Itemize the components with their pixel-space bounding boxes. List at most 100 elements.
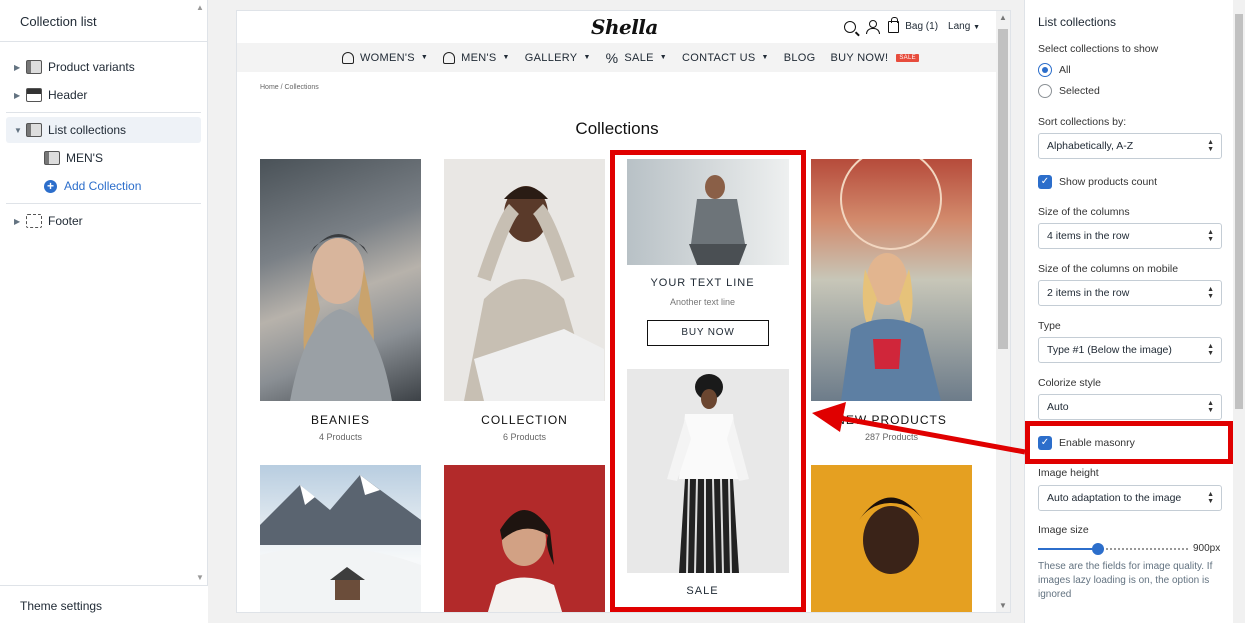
caret-down-icon[interactable]: ▼ bbox=[14, 126, 24, 135]
settings-scrollbar[interactable] bbox=[1233, 0, 1245, 623]
scroll-thumb[interactable] bbox=[1235, 14, 1243, 409]
radio-all[interactable] bbox=[1038, 63, 1052, 77]
breadcrumb[interactable]: Home / Collections bbox=[260, 84, 319, 91]
collection-image-beanies[interactable] bbox=[260, 159, 421, 401]
language-selector[interactable]: Lang ▼ bbox=[948, 21, 980, 32]
account-icon[interactable] bbox=[866, 20, 881, 34]
annotation-highlight-box bbox=[1025, 421, 1233, 464]
collection-image-portrait[interactable] bbox=[811, 465, 972, 612]
nav-label: CONTACT US bbox=[682, 51, 756, 64]
nav-contact[interactable]: CONTACT US ▼ bbox=[682, 52, 769, 64]
collection-title[interactable]: COLLECTION bbox=[444, 413, 605, 427]
divider bbox=[6, 112, 201, 113]
theme-editor: Collection list ▶ Product variants ▶ Hea… bbox=[0, 0, 1245, 623]
column-size-value: 4 items in the row bbox=[1047, 230, 1130, 242]
slider-fill bbox=[1038, 548, 1098, 550]
store-logo[interactable]: Shella bbox=[591, 15, 658, 39]
nav-mens[interactable]: MEN'S ▼ bbox=[443, 51, 510, 64]
collection-title[interactable]: NEW PRODUCTS bbox=[811, 413, 972, 427]
add-circle-icon: + bbox=[44, 179, 57, 193]
nav-buy-now[interactable]: BUY NOW! SALE bbox=[831, 52, 919, 64]
scroll-up-icon[interactable]: ▲ bbox=[999, 13, 1007, 22]
image-height-select[interactable]: Auto adaptation to the image ▲ ▼ bbox=[1038, 485, 1222, 511]
column-size-label: Size of the columns bbox=[1038, 206, 1130, 218]
section-header[interactable]: ▶ Header bbox=[6, 82, 201, 108]
mobile-size-label: Size of the columns on mobile bbox=[1038, 263, 1179, 275]
woman-portrait-photo bbox=[859, 497, 923, 574]
collection-count: 287 Products bbox=[864, 432, 919, 442]
nav-label: MEN'S bbox=[461, 51, 497, 64]
column-size-select[interactable]: 4 items in the row ▲ ▼ bbox=[1038, 223, 1222, 249]
nav-label: GALLERY bbox=[524, 51, 578, 64]
chevron-down-icon: ▼ bbox=[659, 54, 667, 61]
chevron-down-icon: ▼ bbox=[420, 54, 429, 61]
show-count-label[interactable]: Show products count bbox=[1059, 176, 1157, 188]
page-title: Collections bbox=[575, 119, 659, 138]
radio-all-label[interactable]: All bbox=[1059, 64, 1071, 76]
theme-settings-link[interactable]: Theme settings bbox=[0, 585, 208, 623]
chevron-down-icon: ▼ bbox=[761, 54, 769, 61]
type-select[interactable]: Type #1 (Below the image) ▲ ▼ bbox=[1038, 337, 1222, 363]
section-footer[interactable]: ▶ Footer bbox=[6, 208, 201, 234]
scroll-thumb[interactable] bbox=[998, 29, 1008, 349]
block-label: MEN'S bbox=[66, 151, 103, 165]
image-size-label: Image size bbox=[1038, 524, 1089, 536]
scroll-down-icon[interactable]: ▼ bbox=[999, 601, 1007, 610]
caret-right-icon[interactable]: ▶ bbox=[14, 217, 24, 226]
section-label: Header bbox=[48, 88, 88, 102]
header-icon bbox=[26, 88, 42, 102]
bag-label[interactable]: Bag (1) bbox=[905, 21, 938, 32]
settings-panel: List collections Select collections to s… bbox=[1024, 0, 1245, 623]
nav-label: BLOG bbox=[783, 51, 816, 64]
collection-title[interactable]: BEANIES bbox=[260, 413, 421, 427]
caret-right-icon[interactable]: ▶ bbox=[14, 63, 24, 72]
add-collection-button[interactable]: + Add Collection bbox=[6, 173, 201, 199]
sidebar-scrollbar[interactable]: ▲ ▼ bbox=[193, 0, 207, 585]
search-icon[interactable] bbox=[844, 20, 857, 33]
percent-icon: % bbox=[605, 49, 619, 66]
caret-right-icon[interactable]: ▶ bbox=[14, 91, 24, 100]
nav-womens[interactable]: WOMEN'S ▼ bbox=[342, 51, 429, 64]
collection-image-snow[interactable] bbox=[260, 465, 421, 612]
scroll-down-icon[interactable]: ▼ bbox=[196, 573, 204, 582]
nav-sale[interactable]: % SALE ▼ bbox=[606, 50, 667, 66]
colorize-label: Colorize style bbox=[1038, 377, 1102, 389]
section-list-collections[interactable]: ▼ List collections bbox=[6, 117, 201, 143]
type-value: Type #1 (Below the image) bbox=[1047, 344, 1172, 356]
nav-label: BUY NOW! bbox=[830, 51, 889, 64]
man-in-hoodie-photo bbox=[464, 186, 604, 401]
show-count-checkbox[interactable]: ✓ bbox=[1038, 175, 1052, 189]
image-size-slider[interactable] bbox=[1038, 543, 1188, 555]
bag-icon[interactable] bbox=[888, 16, 900, 33]
block-mens[interactable]: MEN'S bbox=[6, 145, 201, 171]
section-product-variants[interactable]: ▶ Product variants bbox=[6, 54, 201, 80]
scroll-up-icon[interactable]: ▲ bbox=[196, 3, 204, 12]
mobile-size-select[interactable]: 2 items in the row ▲ ▼ bbox=[1038, 280, 1222, 306]
divider bbox=[6, 203, 201, 204]
nav-gallery[interactable]: GALLERY ▼ bbox=[525, 52, 591, 64]
radio-selected[interactable] bbox=[1038, 84, 1052, 98]
radio-selected-label[interactable]: Selected bbox=[1059, 85, 1100, 97]
slider-handle[interactable] bbox=[1092, 543, 1104, 555]
sale-badge: SALE bbox=[896, 53, 919, 62]
footer-icon bbox=[26, 214, 42, 228]
nav-label: WOMEN'S bbox=[360, 51, 415, 64]
nav-blog[interactable]: BLOG bbox=[784, 52, 816, 64]
mobile-size-value: 2 items in the row bbox=[1047, 287, 1130, 299]
woman-icon bbox=[342, 51, 354, 64]
preview-scrollbar[interactable]: ▲ ▼ bbox=[996, 11, 1010, 612]
collection-image-collection[interactable] bbox=[444, 159, 605, 401]
collection-image-red-wall[interactable] bbox=[444, 465, 605, 612]
language-label: Lang bbox=[948, 21, 971, 32]
annotation-highlight-box bbox=[610, 150, 806, 612]
colorize-select[interactable]: Auto ▲ ▼ bbox=[1038, 394, 1222, 420]
collection-image-new-products[interactable] bbox=[811, 159, 972, 401]
add-collection-label: Add Collection bbox=[64, 179, 142, 193]
section-label: Product variants bbox=[48, 60, 135, 74]
section-label: List collections bbox=[48, 123, 127, 137]
sort-value: Alphabetically, A-Z bbox=[1047, 140, 1134, 152]
type-label: Type bbox=[1038, 320, 1061, 332]
collection-icon bbox=[26, 60, 42, 74]
select-arrows-icon: ▲ ▼ bbox=[1207, 139, 1214, 153]
sort-select[interactable]: Alphabetically, A-Z ▲ ▼ bbox=[1038, 133, 1222, 159]
